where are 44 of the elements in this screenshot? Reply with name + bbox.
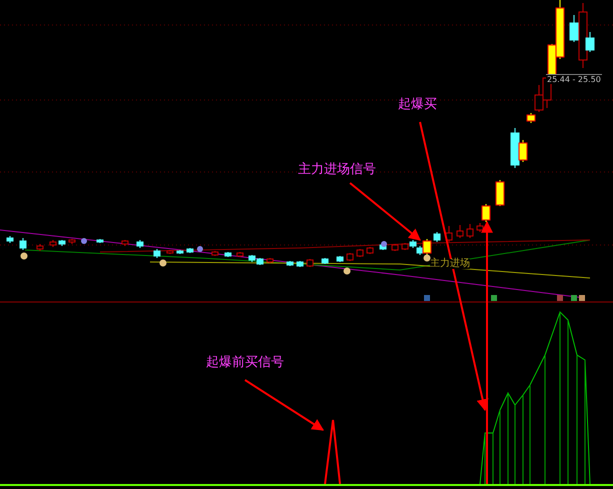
candle bbox=[236, 252, 244, 258]
candle bbox=[456, 224, 464, 238]
candle bbox=[50, 240, 56, 248]
annotation-label: 起爆前买信号 bbox=[206, 356, 284, 369]
candle bbox=[296, 260, 304, 268]
candle bbox=[212, 250, 218, 256]
candle bbox=[166, 250, 174, 254]
signal-square-icon bbox=[579, 295, 585, 301]
candle bbox=[496, 180, 504, 206]
candle bbox=[392, 244, 398, 252]
candle bbox=[346, 252, 354, 262]
candle bbox=[224, 252, 232, 258]
signal-square-icon bbox=[571, 295, 577, 301]
candle bbox=[322, 258, 328, 264]
annotation-label: 主力进场信号 bbox=[298, 163, 376, 176]
price-range-label: 25.44 - 25.50 bbox=[546, 74, 602, 84]
candle bbox=[136, 240, 144, 248]
candle bbox=[96, 238, 104, 244]
dot-icon bbox=[381, 241, 387, 247]
candle bbox=[356, 248, 364, 258]
candle bbox=[176, 250, 184, 254]
candle bbox=[266, 258, 274, 264]
candle bbox=[336, 256, 344, 262]
signal-label: 主力进场 bbox=[430, 259, 470, 269]
annotation-label: 起爆买 bbox=[398, 98, 437, 111]
dot-icon bbox=[197, 246, 203, 252]
candle bbox=[286, 260, 294, 266]
signal-square-icon bbox=[491, 295, 497, 301]
candle bbox=[58, 240, 66, 246]
candle bbox=[306, 258, 314, 268]
candle bbox=[154, 248, 160, 258]
candle bbox=[68, 238, 76, 244]
candle bbox=[466, 224, 474, 238]
candle bbox=[6, 236, 14, 244]
candle bbox=[36, 244, 44, 252]
candle bbox=[446, 226, 452, 242]
candle bbox=[186, 248, 194, 254]
candle bbox=[122, 240, 128, 246]
candle bbox=[434, 232, 440, 242]
signal-square-icon bbox=[557, 295, 563, 301]
candle bbox=[20, 238, 26, 250]
signal-square-icon bbox=[424, 295, 430, 301]
dot-icon bbox=[81, 238, 87, 244]
candle bbox=[366, 246, 374, 254]
